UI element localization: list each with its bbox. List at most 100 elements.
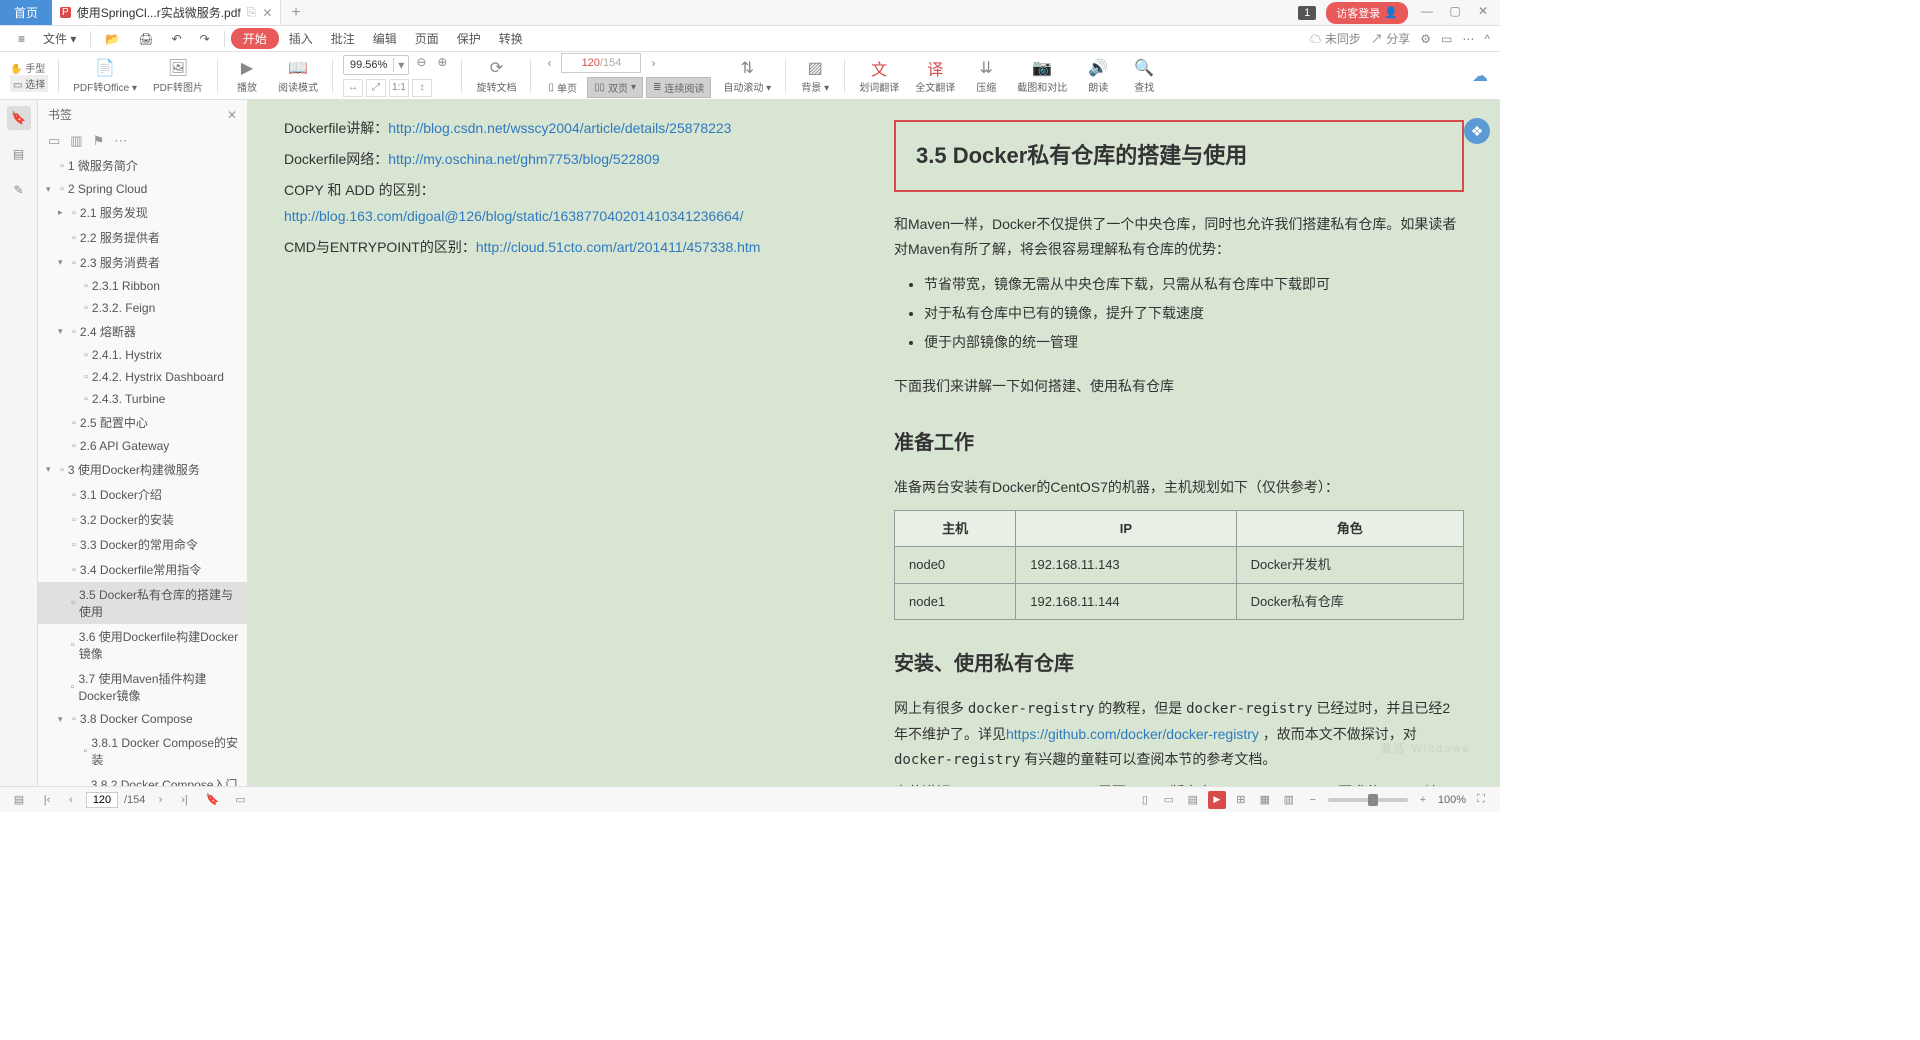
sb-zoom-value[interactable]: 100%	[1438, 794, 1466, 806]
hand-tool[interactable]: ✋ 手型	[10, 60, 48, 75]
pdf-to-image-button[interactable]: 🖼PDF转图片	[149, 56, 207, 96]
double-page-button[interactable]: ▯▯ 双页 ▾	[587, 77, 643, 98]
file-menu[interactable]: 文件 ▾	[35, 27, 84, 50]
sb-grid1-icon[interactable]: ⊞	[1232, 791, 1250, 809]
document-tab[interactable]: P 使用SpringCl...r实战微服务.pdf ⎘ ✕	[52, 0, 281, 25]
bookmark-item[interactable]: ▾▫3.8 Docker Compose	[38, 708, 247, 730]
sb-zoom-out-icon[interactable]: −	[1304, 791, 1322, 809]
find-button[interactable]: 🔍查找	[1125, 56, 1163, 96]
tab-pin-icon[interactable]: ⎘	[247, 5, 257, 20]
link-cmd-entrypoint[interactable]: http://cloud.51cto.com/art/201411/457338…	[476, 239, 761, 255]
settings-icon[interactable]: ⚙	[1420, 32, 1431, 46]
continuous-button[interactable]: ≣ 连续阅读	[646, 77, 711, 98]
display-icon[interactable]: ▭	[1441, 32, 1452, 46]
bookmark-item[interactable]: ▾▫3 使用Docker构建微服务	[38, 457, 247, 482]
link-copy-add[interactable]: http://blog.163.com/digoal@126/blog/stat…	[284, 208, 743, 224]
document-viewport[interactable]: ❖ Dockerfile讲解：http://blog.csdn.net/wssc…	[248, 100, 1500, 786]
sb-panel-icon[interactable]: ▤	[10, 791, 28, 809]
close-button[interactable]: ✕	[1474, 4, 1492, 22]
zoom-out-icon[interactable]: ⊖	[412, 55, 430, 75]
screenshot-button[interactable]: 📷截图和对比	[1013, 56, 1071, 96]
protect-tab[interactable]: 保护	[449, 27, 489, 50]
bm-add-icon[interactable]: ▭	[48, 133, 60, 149]
open-icon[interactable]: 📂	[97, 29, 128, 49]
bookmark-item[interactable]: ▫2.5 配置中心	[38, 410, 247, 435]
sb-view2-icon[interactable]: ▭	[1160, 791, 1178, 809]
read-aloud-button[interactable]: 🔊朗读	[1079, 56, 1117, 96]
zoom-in-icon[interactable]: ⊕	[433, 55, 451, 75]
bookmark-item[interactable]: ▫2.2 服务提供者	[38, 225, 247, 250]
home-tab[interactable]: 首页	[0, 0, 52, 25]
sync-status[interactable]: ☁ 未同步	[1310, 30, 1361, 47]
prev-page-icon[interactable]: ‹	[541, 56, 557, 70]
bookmarks-tree[interactable]: ▫1 微服务简介▾▫2 Spring Cloud▸▫2.1 服务发现▫2.2 服…	[38, 153, 247, 786]
hamburger-icon[interactable]: ≡	[10, 29, 33, 49]
fit-page-icon[interactable]: ⤢	[366, 79, 386, 97]
zoom-select[interactable]: 99.56%▾	[343, 55, 409, 75]
pdf-to-office-button[interactable]: 📄PDF转Office ▾	[69, 56, 141, 96]
start-tab[interactable]: 开始	[231, 28, 279, 49]
bookmark-item[interactable]: ▫2.6 API Gateway	[38, 435, 247, 457]
bookmark-item[interactable]: ▫2.4.2. Hystrix Dashboard	[38, 366, 247, 388]
undo-icon[interactable]: ↶	[164, 29, 190, 49]
sb-play-icon[interactable]: ▶	[1208, 791, 1226, 809]
assist-bubble-icon[interactable]: ❖	[1464, 118, 1490, 144]
review-tab[interactable]: 批注	[323, 27, 363, 50]
convert-tab[interactable]: 转换	[491, 27, 531, 50]
rotate-button[interactable]: ⟳旋转文档	[472, 56, 520, 96]
read-mode-button[interactable]: 📖阅读模式	[274, 56, 322, 96]
thumbnails-tab-icon[interactable]: ▤	[7, 142, 31, 166]
bookmark-item[interactable]: ▫2.4.3. Turbine	[38, 388, 247, 410]
link-dockerfile-explain[interactable]: http://blog.csdn.net/wsscy2004/article/d…	[388, 120, 731, 136]
select-tool[interactable]: ▭ 选择	[10, 75, 48, 92]
sb-zoom-in-icon[interactable]: +	[1414, 791, 1432, 809]
sb-grid3-icon[interactable]: ▥	[1280, 791, 1298, 809]
bookmark-item[interactable]: ▸▫2.1 服务发现	[38, 200, 247, 225]
full-translate-button[interactable]: 译全文翻译	[911, 56, 959, 96]
sb-next-page-icon[interactable]: ›	[151, 791, 169, 809]
bookmark-item[interactable]: ▾▫2 Spring Cloud	[38, 178, 247, 200]
edit-tab[interactable]: 编辑	[365, 27, 405, 50]
cloud-icon[interactable]: ☁	[1470, 66, 1490, 86]
bookmark-item[interactable]: ▾▫2.3 服务消费者	[38, 250, 247, 275]
bookmark-item[interactable]: ▫2.3.1 Ribbon	[38, 275, 247, 297]
maximize-button[interactable]: ▢	[1446, 4, 1464, 22]
sb-bookmark-icon[interactable]: 🔖	[203, 791, 221, 809]
save-icon[interactable]: 🖨	[130, 29, 161, 49]
bookmark-item[interactable]: ▫3.8.1 Docker Compose的安装	[38, 730, 247, 772]
bookmark-item[interactable]: ▫3.5 Docker私有仓库的搭建与使用	[38, 582, 247, 624]
bm-more-icon[interactable]: ⋯	[114, 133, 127, 149]
bookmarks-tab-icon[interactable]: 🔖	[7, 106, 31, 130]
collapse-icon[interactable]: ^	[1484, 32, 1490, 46]
next-page-icon[interactable]: ›	[645, 56, 661, 70]
tab-close-icon[interactable]: ✕	[262, 6, 272, 20]
share-button[interactable]: ↗ 分享	[1371, 30, 1410, 47]
notification-count[interactable]: 1	[1298, 6, 1316, 20]
bookmark-item[interactable]: ▫3.8.2 Docker Compose入门示例	[38, 772, 247, 786]
sb-first-page-icon[interactable]: |‹	[38, 791, 56, 809]
fit-width-icon[interactable]: ↔	[343, 79, 363, 97]
bm-flag-icon[interactable]: ⚑	[93, 133, 105, 149]
link-docker-registry[interactable]: https://github.com/docker/docker-registr…	[1006, 726, 1259, 742]
bookmark-item[interactable]: ▫2.4.1. Hystrix	[38, 344, 247, 366]
actual-size-icon[interactable]: 1:1	[389, 79, 409, 97]
play-button[interactable]: ▶播放	[228, 56, 266, 96]
link-dockerfile-net[interactable]: http://my.oschina.net/ghm7753/blog/52280…	[388, 151, 659, 167]
bookmark-item[interactable]: ▾▫2.4 熔断器	[38, 319, 247, 344]
bookmark-item[interactable]: ▫3.3 Docker的常用命令	[38, 532, 247, 557]
sb-view3-icon[interactable]: ▤	[1184, 791, 1202, 809]
word-translate-button[interactable]: 文划词翻译	[855, 56, 903, 96]
sb-prev-page-icon[interactable]: ‹	[62, 791, 80, 809]
more-icon[interactable]: ⋯	[1462, 32, 1474, 46]
sb-view1-icon[interactable]: ▯	[1136, 791, 1154, 809]
bookmark-item[interactable]: ▫3.2 Docker的安装	[38, 507, 247, 532]
bookmark-item[interactable]: ▫3.6 使用Dockerfile构建Docker镜像	[38, 624, 247, 666]
guest-login-button[interactable]: 访客登录👤	[1326, 2, 1408, 24]
bm-expand-icon[interactable]: ▥	[70, 133, 82, 149]
new-tab-button[interactable]: +	[281, 4, 310, 22]
sb-page-input[interactable]	[86, 792, 118, 808]
zoom-slider[interactable]	[1328, 798, 1408, 802]
close-panel-icon[interactable]: ✕	[227, 108, 237, 122]
annotations-tab-icon[interactable]: ✎	[7, 178, 31, 202]
compress-button[interactable]: ⇊压缩	[967, 56, 1005, 96]
